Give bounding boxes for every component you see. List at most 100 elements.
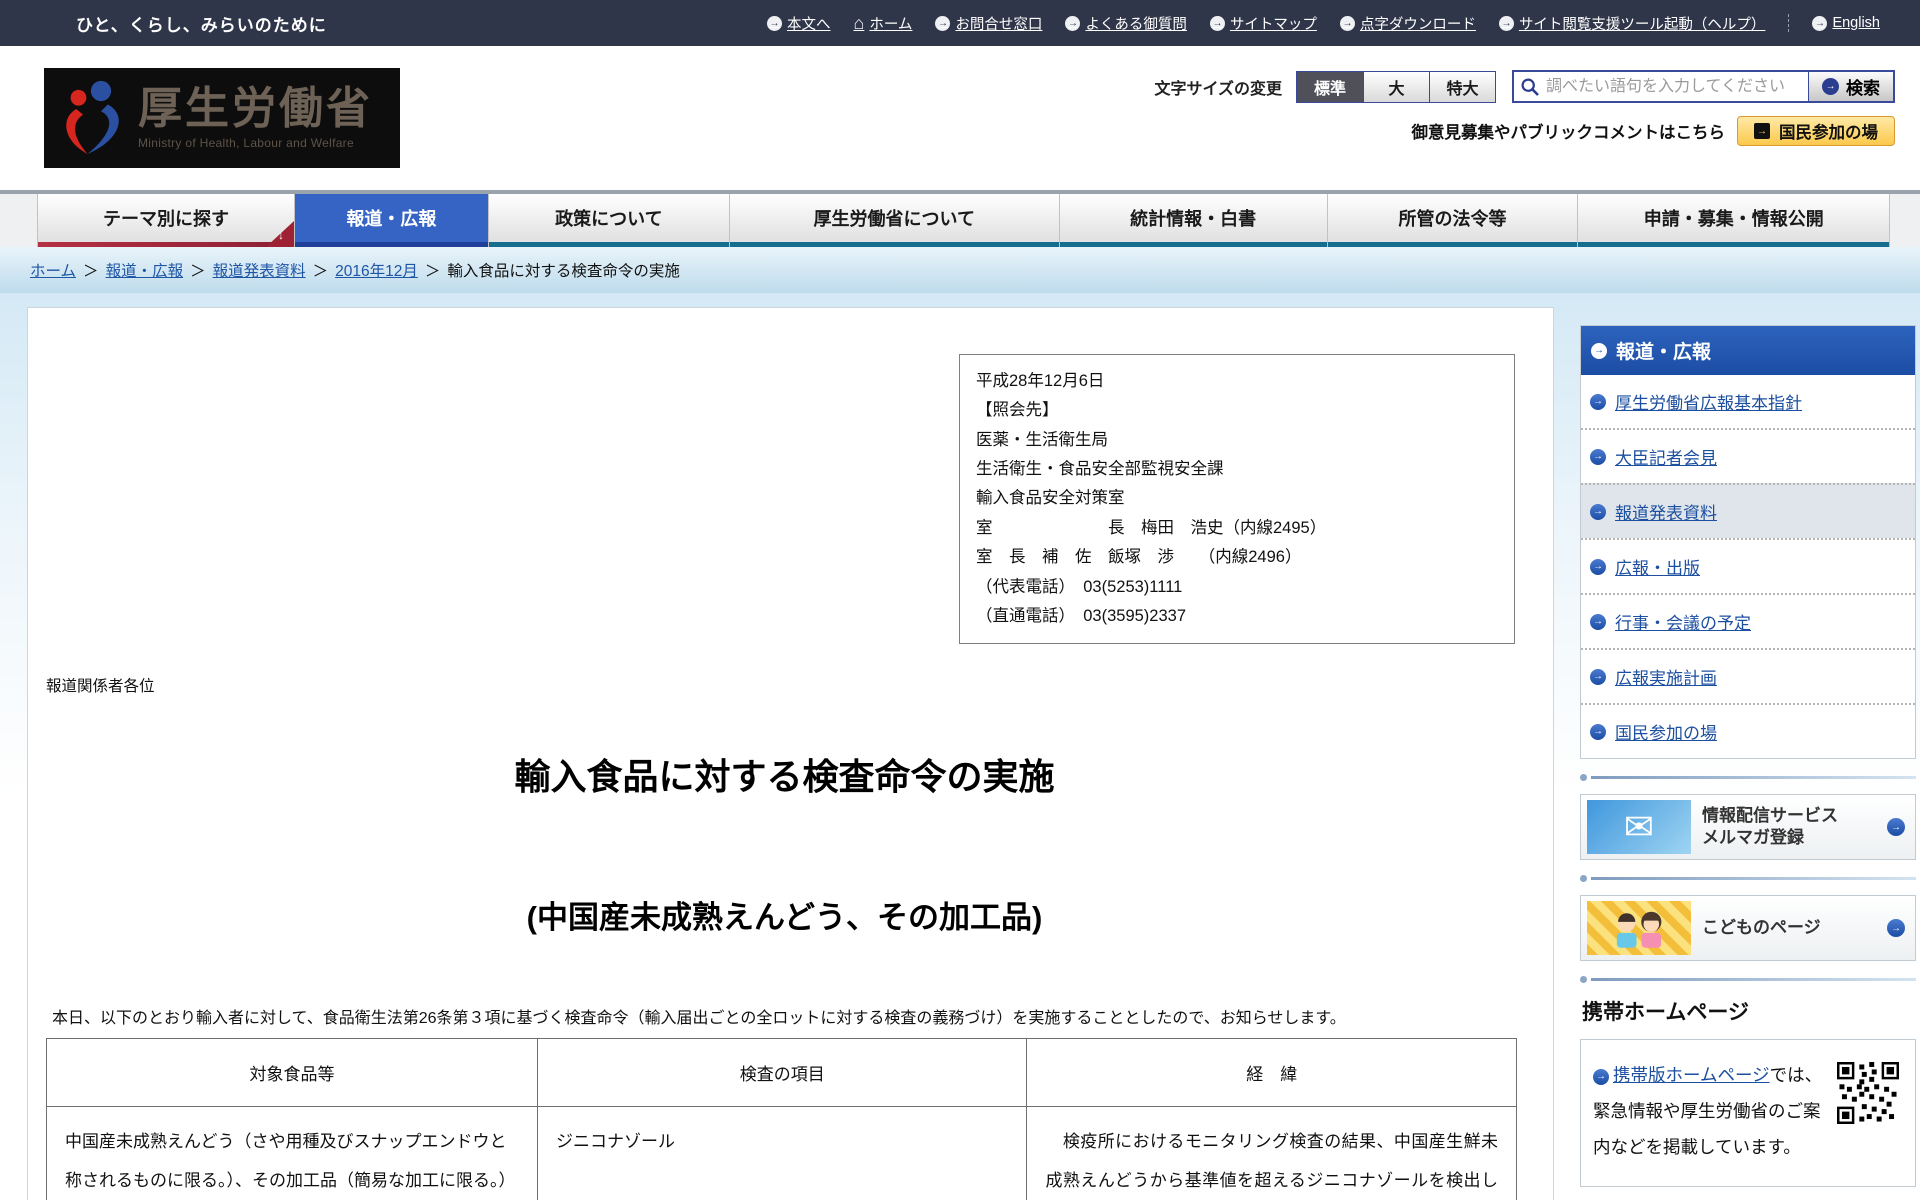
- sidebar-item-publications[interactable]: → 広報・出版: [1581, 538, 1915, 593]
- topbar-link-sitemap[interactable]: → サイトマップ: [1209, 13, 1317, 34]
- sidebar-item-press-releases[interactable]: → 報道発表資料: [1581, 483, 1915, 538]
- mobile-site-link[interactable]: 携帯版ホームページ: [1613, 1065, 1770, 1085]
- sidebar-header: → 報道・広報: [1581, 326, 1915, 375]
- arrow-circle-icon: →: [1887, 919, 1905, 937]
- topbar-link-english[interactable]: → English: [1812, 15, 1880, 31]
- topbar-link-label: サイト閲覧支援ツール起動（ヘルプ）: [1518, 16, 1766, 33]
- site-tagline: ひと、くらし、みらいのために: [76, 15, 327, 35]
- contact-phone-direct: （直通電話） 03(3595)2337: [976, 606, 1187, 625]
- arrow-circle-icon: →: [1591, 342, 1607, 359]
- breadcrumb: ホーム ＞ 報道・広報 ＞ 報道発表資料 ＞ 2016年12月 ＞ 輸入食品に対…: [0, 247, 1920, 293]
- banner-title: こどものページ: [1702, 917, 1821, 937]
- mobile-site-box: → 携帯版ホームページでは、緊急情報や厚生労働省のご案内などを掲載しています。: [1580, 1039, 1916, 1187]
- sidebar-item-label: 広報・出版: [1615, 559, 1700, 578]
- banner-subtitle: メルマガ登録: [1702, 828, 1804, 847]
- tab-underline: [488, 242, 729, 247]
- breadcrumb-press-releases[interactable]: 報道発表資料: [213, 259, 306, 281]
- topbar-link-to-content[interactable]: → 本文へ: [766, 13, 830, 34]
- sidebar-nav: → 報道・広報 → 厚生労働省広報基本指針 → 大臣記者会見 → 報道発表資料 …: [1580, 325, 1916, 759]
- sidebar-item-pr-policy[interactable]: → 厚生労働省広報基本指針: [1581, 375, 1915, 428]
- public-participation-label: 国民参加の場: [1779, 124, 1878, 142]
- sidebar-header-label: 報道・広報: [1616, 342, 1712, 363]
- search-icon: [1521, 77, 1539, 96]
- table-header-row: 対象食品等 検査の項目 経 緯: [46, 1038, 1517, 1108]
- breadcrumb-separator: ＞: [424, 263, 441, 280]
- site-header: 厚生労働省 Ministry of Health, Labour and Wel…: [0, 46, 1920, 190]
- tab-underline: [38, 242, 294, 247]
- contact-box-wrap: 平成28年12月6日 【照会先】 医薬・生活衛生局 生活衛生・食品安全部監視安全…: [36, 354, 1515, 645]
- breadcrumb-month[interactable]: 2016年12月: [335, 259, 418, 281]
- topbar-link-accessibility-tool[interactable]: → サイト閲覧支援ツール起動（ヘルプ）: [1498, 13, 1766, 34]
- tab-underline: [294, 242, 488, 247]
- search-input[interactable]: [1542, 77, 1808, 96]
- sidebar-divider: [1580, 774, 1916, 781]
- tab-applications[interactable]: 申請・募集・情報公開: [1578, 194, 1890, 247]
- tab-underline: [1578, 242, 1889, 247]
- tab-press[interactable]: 報道・広報: [294, 194, 489, 247]
- kids-banner-text: こどものページ: [1702, 917, 1876, 939]
- tab-label: 政策について: [555, 209, 663, 229]
- tab-label: 統計情報・白書: [1130, 209, 1257, 229]
- tab-label: テーマ別に探す: [102, 209, 229, 229]
- mailmag-banner-text: 情報配信サービス メルマガ登録: [1702, 805, 1876, 849]
- sidebar-item-participation[interactable]: → 国民参加の場: [1581, 703, 1915, 758]
- tab-label: 申請・募集・情報公開: [1643, 209, 1824, 229]
- utility-nav: → 本文へ ⌂ ホーム → お問合せ窓口 → よくある御質問 → サイトマップ …: [766, 13, 1880, 34]
- topbar-link-label: English: [1832, 15, 1880, 31]
- sidebar-item-events[interactable]: → 行事・会議の予定: [1581, 593, 1915, 648]
- topbar-link-contact[interactable]: → お問合せ窓口: [935, 13, 1042, 34]
- topbar-link-faq[interactable]: → よくある御質問: [1065, 13, 1187, 34]
- breadcrumb-separator: ＞: [83, 263, 99, 280]
- tab-label: 所管の法令等: [1398, 209, 1507, 229]
- topbar-link-home[interactable]: ⌂ ホーム: [853, 13, 912, 34]
- site-search: → 検索: [1512, 70, 1895, 103]
- tab-statistics[interactable]: 統計情報・白書: [1059, 194, 1328, 247]
- arrow-circle-icon: →: [1498, 15, 1514, 31]
- arrow-square-icon: →: [1754, 123, 1770, 139]
- contact-heading: 【照会先】: [976, 401, 1059, 420]
- sidebar-item-pr-plan[interactable]: → 広報実施計画: [1581, 648, 1915, 703]
- mailmag-banner[interactable]: ✉ 情報配信サービス メルマガ登録 →: [1580, 794, 1916, 860]
- sidebar: → 報道・広報 → 厚生労働省広報基本指針 → 大臣記者会見 → 報道発表資料 …: [1580, 325, 1916, 1187]
- tab-label: 厚生労働省について: [813, 209, 975, 229]
- global-nav: テーマ別に探す ↓ 報道・広報 政策について 厚生労働省について 統計情報・白書…: [0, 190, 1920, 247]
- search-button[interactable]: → 検索: [1808, 72, 1893, 101]
- topbar-link-label: よくある御質問: [1085, 16, 1187, 33]
- arrow-circle-icon: →: [1065, 15, 1081, 31]
- search-button-label: 検索: [1846, 79, 1880, 98]
- column-header-background: 経 緯: [1026, 1038, 1517, 1108]
- kids-banner-image: [1587, 901, 1691, 955]
- tab-laws[interactable]: 所管の法令等: [1327, 194, 1579, 247]
- arrow-circle-icon: →: [1590, 668, 1606, 685]
- article-panel: 平成28年12月6日 【照会先】 医薬・生活衛生局 生活衛生・食品安全部監視安全…: [27, 307, 1554, 1200]
- tab-policy[interactable]: 政策について: [488, 194, 730, 247]
- banner-title: 情報配信サービス: [1702, 805, 1838, 825]
- contact-director: 室 長 梅田 浩史（内線2495）: [976, 518, 1327, 537]
- sidebar-item-label: 報道発表資料: [1615, 504, 1717, 523]
- tab-about-mhlw[interactable]: 厚生労働省について: [729, 194, 1060, 247]
- public-participation-button[interactable]: → 国民参加の場: [1737, 116, 1895, 146]
- kids-page-banner[interactable]: こどものページ →: [1580, 895, 1916, 961]
- sidebar-item-minister-press[interactable]: → 大臣記者会見: [1581, 428, 1915, 483]
- logo-text: 厚生労働省 Ministry of Health, Labour and Wel…: [138, 84, 373, 150]
- logo-title: 厚生労働省: [138, 84, 373, 134]
- mhlw-logo[interactable]: 厚生労働省 Ministry of Health, Labour and Wel…: [44, 68, 400, 168]
- sidebar-divider: [1580, 875, 1916, 882]
- sidebar-divider: [1580, 976, 1916, 983]
- font-size-buttons: 標準 大 特大: [1296, 70, 1496, 103]
- salutation: 報道関係者各位: [46, 678, 155, 696]
- cell-background: 検疫所におけるモニタリング検査の結果、中国産生鮮未成熟えんどうから基準値を超える…: [1026, 1106, 1517, 1200]
- breadcrumb-press[interactable]: 報道・広報: [106, 259, 184, 281]
- topbar-link-label: サイトマップ: [1229, 16, 1317, 33]
- font-size-standard-button[interactable]: 標準: [1297, 71, 1363, 102]
- font-size-xlarge-button[interactable]: 特大: [1429, 71, 1495, 102]
- utility-top-bar: ひと、くらし、みらいのために → 本文へ ⌂ ホーム → お問合せ窓口 → よく…: [0, 0, 1920, 46]
- topbar-link-braille-download[interactable]: → 点字ダウンロード: [1339, 13, 1476, 34]
- tab-themes[interactable]: テーマ別に探す ↓: [37, 194, 295, 247]
- breadcrumb-home[interactable]: ホーム: [30, 259, 76, 281]
- font-size-large-button[interactable]: 大: [1363, 71, 1429, 102]
- theme-pointer-icon: ↓: [265, 221, 294, 247]
- arrow-circle-icon: →: [1590, 503, 1606, 520]
- home-icon: ⌂: [853, 13, 865, 33]
- contact-office: 輸入食品安全対策室: [976, 489, 1125, 508]
